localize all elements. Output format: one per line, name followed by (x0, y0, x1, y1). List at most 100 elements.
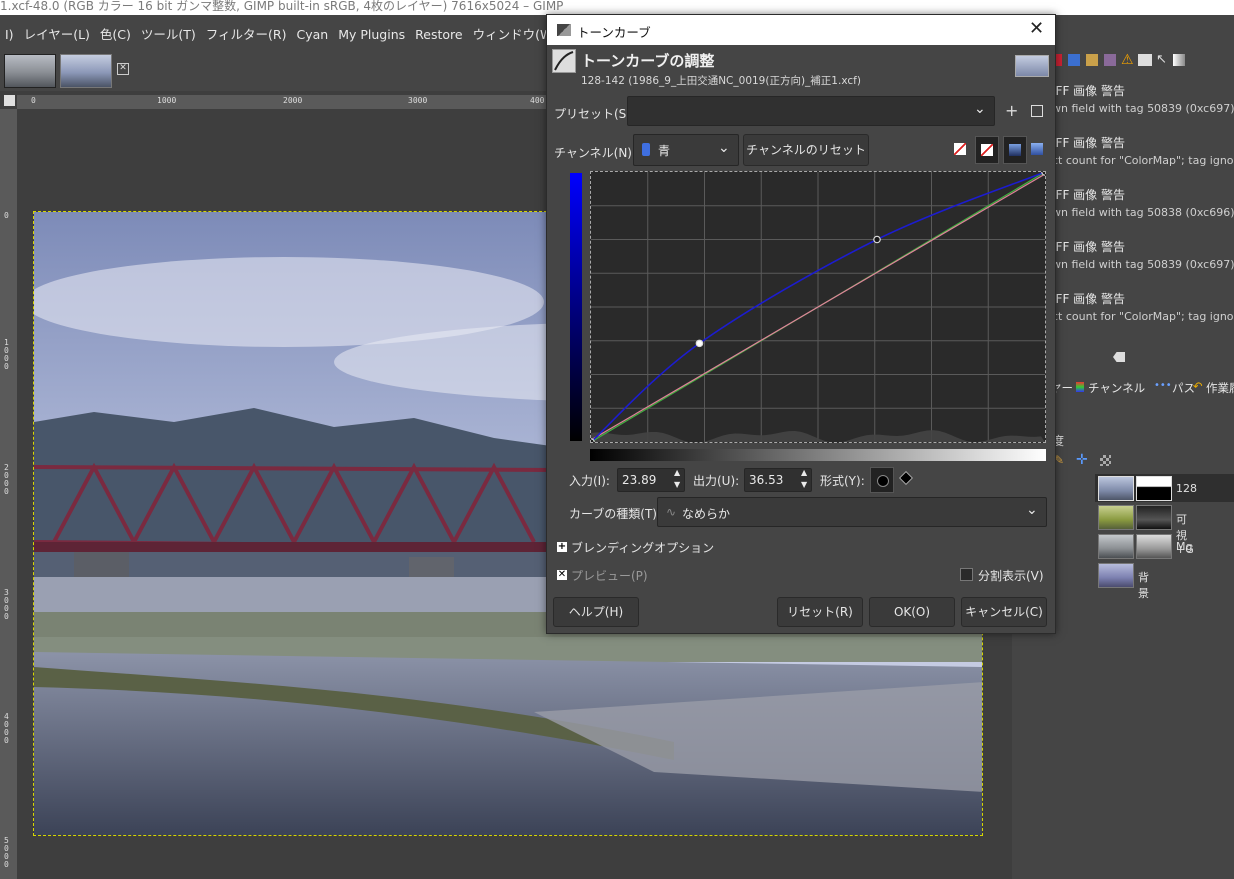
dialog-window-title: トーンカーブ (577, 25, 651, 40)
preview-checkbox[interactable]: ✕ (557, 570, 567, 580)
spin-up-icon[interactable]: ▲ (674, 468, 680, 477)
ruler-label: 0 (31, 96, 36, 105)
menu-tools[interactable]: ツール(T) (136, 22, 201, 48)
window-title: 1.xcf-48.0 (RGB カラー 16 bit ガンマ整数, GIMP b… (0, 0, 1234, 15)
input-value: 23.89 (622, 473, 657, 487)
warning-item: IFF 画像 警告 wn field with tag 50838 (0xc696… (1052, 188, 1234, 219)
layer-name: Mg (1176, 540, 1193, 553)
lock-position-icon[interactable]: ✛ (1076, 452, 1088, 468)
format-label: 形式(Y): (820, 474, 865, 488)
layer-name: 128 (1176, 482, 1197, 495)
curves-header-icon (552, 49, 576, 73)
warning-icon[interactable]: ⚠ (1121, 52, 1134, 68)
tab-undo-history[interactable]: 作業履歴 (1206, 380, 1234, 396)
blending-options-expander[interactable]: ブレンディングオプション (571, 539, 714, 556)
curve-control-point[interactable] (873, 235, 881, 244)
preset-dropdown[interactable]: ⌄ (627, 96, 995, 126)
curve-type-dropdown[interactable]: ∿ なめらか ⌄ (657, 497, 1047, 527)
layer-thumbnail (1098, 534, 1134, 559)
linear-histogram-icon[interactable] (954, 143, 966, 155)
preset-menu-icon[interactable] (1031, 105, 1043, 117)
channel-dropdown[interactable]: 青 ⌄ (633, 134, 739, 166)
ruler-label: 5000 (4, 836, 9, 869)
histogram-view-toggle[interactable] (1003, 136, 1027, 164)
menu-color[interactable]: 色(C) (95, 22, 136, 48)
menu-image[interactable]: I) (0, 22, 19, 48)
layer-name: 背景 (1138, 571, 1149, 600)
menu-restore[interactable]: Restore (410, 22, 467, 48)
ruler-label: 400 (530, 96, 545, 105)
channel-label: チャンネル(N): (554, 146, 637, 160)
warning-item: IFF 画像 警告 ct count for "ColorMap"; tag ig… (1052, 136, 1234, 167)
smooth-point-toggle[interactable] (870, 467, 894, 493)
spin-up-icon[interactable]: ▲ (801, 468, 807, 477)
help-button[interactable]: ヘルプ(H) (553, 597, 639, 627)
preview-label: プレビュー(P) (571, 569, 648, 583)
curve-control-point[interactable] (1041, 168, 1049, 176)
histogram-icon[interactable] (1068, 54, 1080, 66)
paths-icon: ••• (1154, 380, 1172, 391)
chevron-down-icon: ⌄ (1026, 502, 1038, 518)
close-icon[interactable]: ✕ (1029, 18, 1044, 39)
pointer-icon[interactable]: ↖ (1156, 52, 1167, 67)
ruler-label: 1000 (4, 338, 9, 371)
smooth-curve-icon: ∿ (666, 505, 677, 519)
smooth-point-icon (877, 475, 889, 487)
layer-thumbnail (1098, 563, 1134, 588)
tool-options-icon[interactable] (1138, 54, 1152, 66)
dialog-titlebar[interactable]: トーンカーブ ✕ (547, 15, 1055, 45)
blue-channel-icon (642, 143, 650, 156)
gradient-icon[interactable] (1173, 54, 1185, 66)
curve-control-point[interactable] (695, 339, 704, 348)
curve-type-value: なめらか (682, 507, 731, 521)
layer-mask-thumbnail (1136, 476, 1172, 501)
horizontal-ruler: 0 1000 2000 3000 400 (17, 95, 552, 109)
image-tab-1[interactable] (4, 54, 56, 88)
menu-my-plugins[interactable]: My Plugins (333, 22, 410, 48)
dialog-header-title: トーンカーブの調整 (581, 52, 715, 70)
image-tabs: ✕ (0, 48, 145, 90)
input-label: 入力(I): (569, 474, 610, 488)
cancel-button[interactable]: キャンセル(C) (961, 597, 1047, 627)
histogram-view-icon (1009, 144, 1021, 156)
spin-down-icon[interactable]: ▼ (674, 480, 680, 489)
lock-alpha-icon[interactable] (1100, 455, 1111, 466)
output-label: 出力(U): (693, 474, 740, 488)
warning-item: IFF 画像 警告 wn field with tag 50839 (0xc697… (1052, 240, 1234, 271)
menu-filters[interactable]: フィルター(R) (201, 22, 292, 48)
channel-reset-button[interactable]: チャンネルのリセット(E) (743, 134, 869, 187)
add-preset-icon[interactable]: + (1005, 101, 1018, 120)
output-spinbox[interactable]: 36.53 ▲ ▼ (744, 468, 812, 492)
close-tab-icon[interactable]: ✕ (117, 63, 129, 75)
pattern-icon[interactable] (1104, 54, 1116, 66)
tab-paths[interactable]: パス (1172, 380, 1195, 396)
dock-tabs: ヤー チャンネル ••• パス ↶ 作業履歴 (1046, 378, 1234, 398)
curve-plot[interactable] (587, 168, 1049, 446)
ruler-label: 2000 (4, 463, 9, 496)
menu-bar: I) レイヤー(L) 色(C) ツール(T) フィルター(R) Cyan My Plugin… (0, 22, 592, 48)
input-spinbox[interactable]: 23.89 ▲ ▼ (617, 468, 685, 492)
layer-thumbnail (1098, 476, 1134, 501)
tab-channels[interactable]: チャンネル (1088, 380, 1145, 396)
expand-plus-icon[interactable]: + (557, 542, 567, 552)
layer-mask-thumbnail (1136, 534, 1172, 559)
curve-type-label: カーブの種類(T) (569, 507, 657, 521)
curve-graph[interactable] (587, 168, 1049, 446)
split-view-checkbox[interactable] (960, 568, 973, 581)
split-view-label: 分割表示(V) (978, 569, 1044, 583)
log-histogram-toggle[interactable] (975, 136, 999, 164)
corner-point-icon[interactable] (898, 470, 914, 486)
menu-cyan[interactable]: Cyan (292, 22, 334, 48)
chevron-down-icon: ⌄ (718, 140, 730, 156)
ok-button[interactable]: OK(O) (869, 597, 955, 627)
curves-app-icon (557, 24, 571, 36)
layer-thumbnail (1098, 505, 1134, 530)
image-tab-2[interactable] (60, 54, 112, 88)
ruler-origin-menu-icon[interactable] (4, 95, 15, 106)
histogram-full-icon[interactable] (1031, 143, 1043, 155)
reset-button[interactable]: リセット(R) (777, 597, 863, 627)
spin-down-icon[interactable]: ▼ (801, 480, 807, 489)
menu-layer[interactable]: レイヤー(L) (19, 22, 95, 48)
layer-mask-thumbnail (1136, 505, 1172, 530)
brush-icon[interactable] (1086, 54, 1098, 66)
